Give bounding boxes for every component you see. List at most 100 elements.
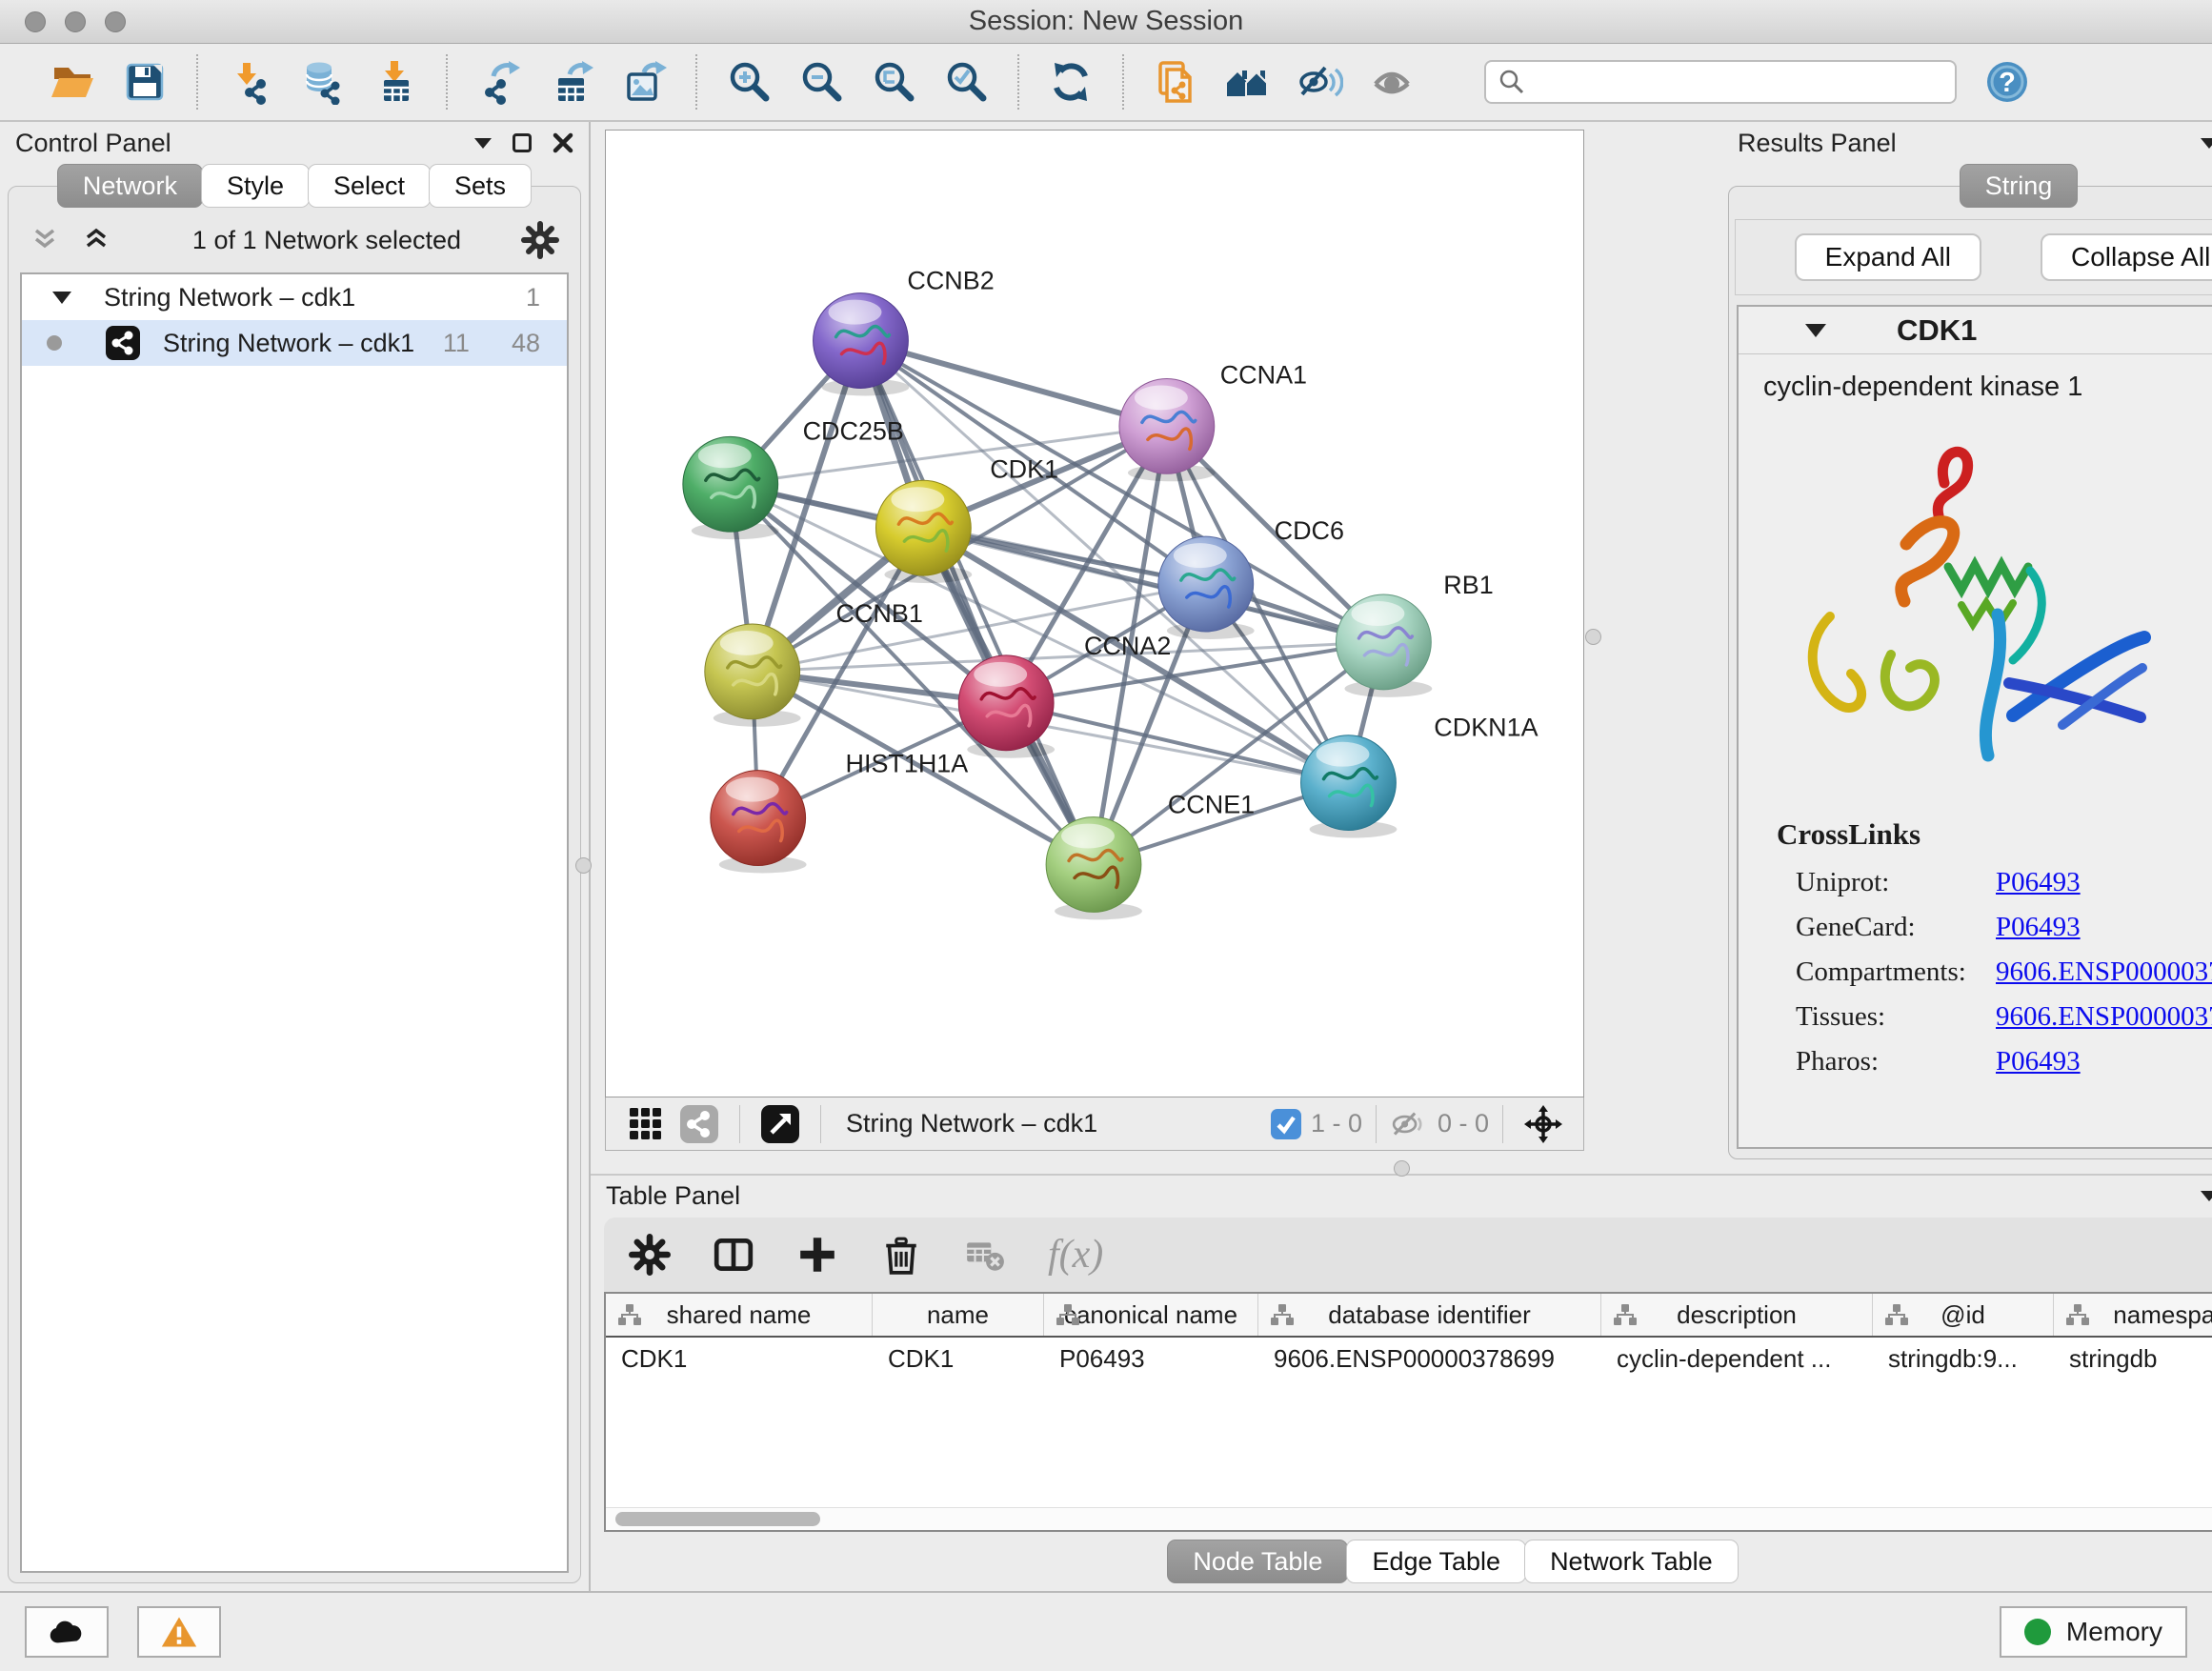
network-share-icon[interactable] xyxy=(680,1105,718,1143)
export-table-button[interactable] xyxy=(548,58,595,106)
export-image-button[interactable] xyxy=(620,58,668,106)
refresh-view-button[interactable] xyxy=(1047,58,1095,106)
function-builder-icon[interactable]: f(x) xyxy=(1048,1232,1103,1278)
column-header-namespace[interactable]: namespace xyxy=(2054,1294,2212,1336)
cell-shared-name[interactable]: CDK1 xyxy=(606,1338,873,1379)
float-panel-icon[interactable] xyxy=(513,133,532,152)
column-header-name[interactable]: name xyxy=(873,1294,1044,1336)
tissues-link[interactable]: 9606.ENSP00000378699 xyxy=(1996,1001,2212,1033)
open-session-button[interactable] xyxy=(49,58,96,106)
tab-edge-table[interactable]: Edge Table xyxy=(1346,1540,1526,1583)
network-options-gear-icon[interactable] xyxy=(521,221,559,259)
genecard-link[interactable]: P06493 xyxy=(1996,912,2081,943)
column-header-description[interactable]: description xyxy=(1601,1294,1873,1336)
tab-style[interactable]: Style xyxy=(201,164,310,208)
svg-text:CDKN1A: CDKN1A xyxy=(1434,714,1538,742)
uniprot-link[interactable]: P06493 xyxy=(1996,867,2081,898)
network-canvas[interactable]: CCNB2CCNA1CDC25BCDK1CDC6RB1CCNB1CCNA2CDK… xyxy=(605,130,1584,1097)
table-row[interactable]: CDK1 CDK1 P06493 9606.ENSP00000378699 cy… xyxy=(606,1338,2212,1379)
tab-sets[interactable]: Sets xyxy=(429,164,532,208)
tab-node-table[interactable]: Node Table xyxy=(1167,1540,1348,1583)
add-column-icon[interactable] xyxy=(796,1234,838,1276)
column-header-database-identifier[interactable]: database identifier xyxy=(1258,1294,1601,1336)
crosslink-row: GeneCard: P06493 xyxy=(1796,912,2212,943)
export-network-button[interactable] xyxy=(475,58,523,106)
table-panel-header: Table Panel xyxy=(591,1176,2212,1216)
warning-icon xyxy=(160,1613,198,1651)
tab-network[interactable]: Network xyxy=(57,164,203,208)
import-table-file-button[interactable] xyxy=(371,58,418,106)
hierarchy-icon xyxy=(617,1302,642,1327)
cell-namespace[interactable]: stringdb xyxy=(2054,1338,2212,1379)
column-header-shared-name[interactable]: shared name xyxy=(606,1294,873,1336)
first-neighbors-button[interactable] xyxy=(1224,58,1272,106)
crosslinks-title: CrossLinks xyxy=(1777,817,2212,852)
tab-select[interactable]: Select xyxy=(308,164,431,208)
import-network-file-button[interactable] xyxy=(226,58,273,106)
left-splitter-handle[interactable] xyxy=(575,857,592,874)
right-splitter-handle[interactable] xyxy=(1585,629,1601,645)
expand-all-button[interactable]: Expand All xyxy=(1795,233,1981,281)
cell-name[interactable]: CDK1 xyxy=(873,1338,1044,1379)
zoom-selected-button[interactable] xyxy=(942,58,990,106)
tab-string[interactable]: String xyxy=(1960,164,2079,208)
network-row-selected[interactable]: String Network – cdk1 11 48 xyxy=(22,320,567,366)
cell-id[interactable]: stringdb:9... xyxy=(1873,1338,2054,1379)
import-network-database-button[interactable] xyxy=(298,58,346,106)
close-panel-icon[interactable] xyxy=(553,132,573,153)
toolbar-separator xyxy=(1017,54,1019,110)
zoom-out-button[interactable] xyxy=(797,58,845,106)
cell-description[interactable]: cyclin-dependent ... xyxy=(1601,1338,1873,1379)
panel-menu-icon[interactable] xyxy=(2201,138,2212,149)
table-horizontal-scrollbar[interactable] xyxy=(606,1507,2212,1530)
birds-eye-view-icon[interactable] xyxy=(761,1105,799,1143)
search-input[interactable] xyxy=(1534,64,1943,100)
grid-view-icon[interactable] xyxy=(627,1105,665,1143)
toolbar-separator xyxy=(695,54,697,110)
crosslink-row: Pharos: P06493 xyxy=(1796,1046,2212,1077)
memory-button[interactable]: Memory xyxy=(2000,1606,2187,1658)
tab-network-table[interactable]: Network Table xyxy=(1524,1540,1739,1583)
network-graph[interactable]: CCNB2CCNA1CDC25BCDK1CDC6RB1CCNB1CCNA2CDK… xyxy=(606,131,1583,1097)
network-collection-row[interactable]: String Network – cdk1 1 xyxy=(22,274,567,320)
selected-checkbox-icon[interactable] xyxy=(1271,1109,1301,1139)
cell-canonical-name[interactable]: P06493 xyxy=(1044,1338,1258,1379)
show-column-icon[interactable] xyxy=(713,1234,754,1276)
zoom-fit-button[interactable] xyxy=(870,58,917,106)
column-header-id[interactable]: @id xyxy=(1873,1294,2054,1336)
pharos-link[interactable]: P06493 xyxy=(1996,1046,2081,1077)
collapse-all-networks-icon[interactable] xyxy=(30,225,60,255)
window-title: Session: New Session xyxy=(0,6,2212,37)
zoom-in-button[interactable] xyxy=(725,58,773,106)
help-button[interactable]: ? xyxy=(1983,58,2031,106)
cloud-status-button[interactable] xyxy=(25,1606,109,1658)
network-name: String Network – cdk1 xyxy=(163,329,414,358)
hide-selected-button[interactable] xyxy=(1297,58,1344,106)
collapse-gene-icon[interactable] xyxy=(1805,324,1826,337)
delete-column-icon[interactable] xyxy=(880,1234,922,1276)
bottom-splitter-handle[interactable] xyxy=(1394,1160,1410,1177)
gene-card-header[interactable]: CDK1 xyxy=(1739,307,2212,354)
warning-status-button[interactable] xyxy=(137,1606,221,1658)
cloud-icon xyxy=(48,1613,86,1651)
delete-table-icon[interactable] xyxy=(964,1234,1006,1276)
expand-all-networks-icon[interactable] xyxy=(81,225,111,255)
hidden-eye-icon[interactable] xyxy=(1390,1110,1428,1138)
control-panel-header: Control Panel xyxy=(0,122,589,164)
save-session-button[interactable] xyxy=(121,58,169,106)
compartments-link[interactable]: 9606.ENSP00000378699 xyxy=(1996,956,2212,988)
cell-database-identifier[interactable]: 9606.ENSP00000378699 xyxy=(1258,1338,1601,1379)
pan-crosshair-icon[interactable] xyxy=(1524,1105,1562,1143)
duplicate-network-button[interactable] xyxy=(1152,58,1199,106)
table-options-gear-icon[interactable] xyxy=(629,1234,671,1276)
panel-menu-icon[interactable] xyxy=(474,138,492,149)
scrollbar-thumb[interactable] xyxy=(615,1512,820,1526)
collapse-all-button[interactable]: Collapse All xyxy=(2041,233,2212,281)
collection-count: 1 xyxy=(526,283,540,312)
show-all-button[interactable] xyxy=(1369,58,1417,106)
panel-menu-icon[interactable] xyxy=(2201,1191,2212,1201)
memory-status-dot xyxy=(2024,1619,2051,1645)
collapse-collection-icon[interactable] xyxy=(52,292,71,304)
network-view-toolbar: String Network – cdk1 1 - 0 0 - 0 xyxy=(605,1097,1584,1151)
column-header-canonical-name[interactable]: canonical name xyxy=(1044,1294,1258,1336)
